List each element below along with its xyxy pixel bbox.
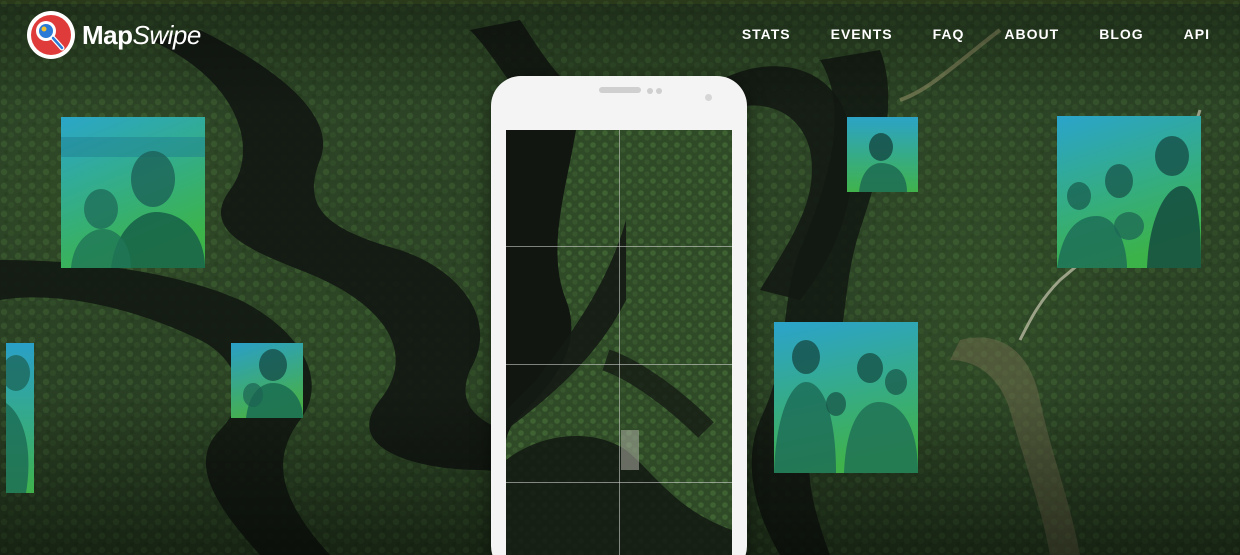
brand-name-bold: Map (82, 19, 133, 50)
photo-mothers-with-children (774, 322, 918, 473)
phone-screen-map-tiles[interactable] (506, 130, 732, 555)
phone-sensor-icon (656, 88, 662, 94)
nav-stats[interactable]: STATS (742, 26, 791, 42)
photo-child-portrait (847, 117, 918, 192)
mapswipe-logo-icon (27, 11, 75, 59)
phone-speaker (599, 87, 641, 93)
phone-camera-icon (647, 88, 653, 94)
photo-edge-left (6, 343, 34, 493)
phone-mockup (491, 76, 747, 555)
photo-family-group (1057, 116, 1201, 268)
nav-faq[interactable]: FAQ (933, 26, 965, 42)
tile-grid-line (506, 364, 732, 365)
tile-grid-line (506, 246, 732, 247)
phone-proximity-sensor (705, 94, 712, 101)
photo-father-and-child (61, 117, 205, 268)
nav-about[interactable]: ABOUT (1004, 26, 1059, 42)
tile-grid-line (506, 482, 732, 483)
nav-api[interactable]: API (1184, 26, 1210, 42)
tile-grid-line (619, 130, 620, 555)
photo-woman-portrait (231, 343, 303, 418)
brand-name: MapSwipe (82, 20, 201, 51)
nav-blog[interactable]: BLOG (1099, 26, 1143, 42)
hero-section: MapSwipe STATS EVENTS FAQ ABOUT BLOG API (0, 0, 1240, 555)
brand-logo[interactable]: MapSwipe (26, 10, 201, 60)
nav-events[interactable]: EVENTS (831, 26, 893, 42)
main-nav: STATS EVENTS FAQ ABOUT BLOG API (702, 26, 1210, 42)
brand-name-italic: Swipe (132, 19, 202, 50)
